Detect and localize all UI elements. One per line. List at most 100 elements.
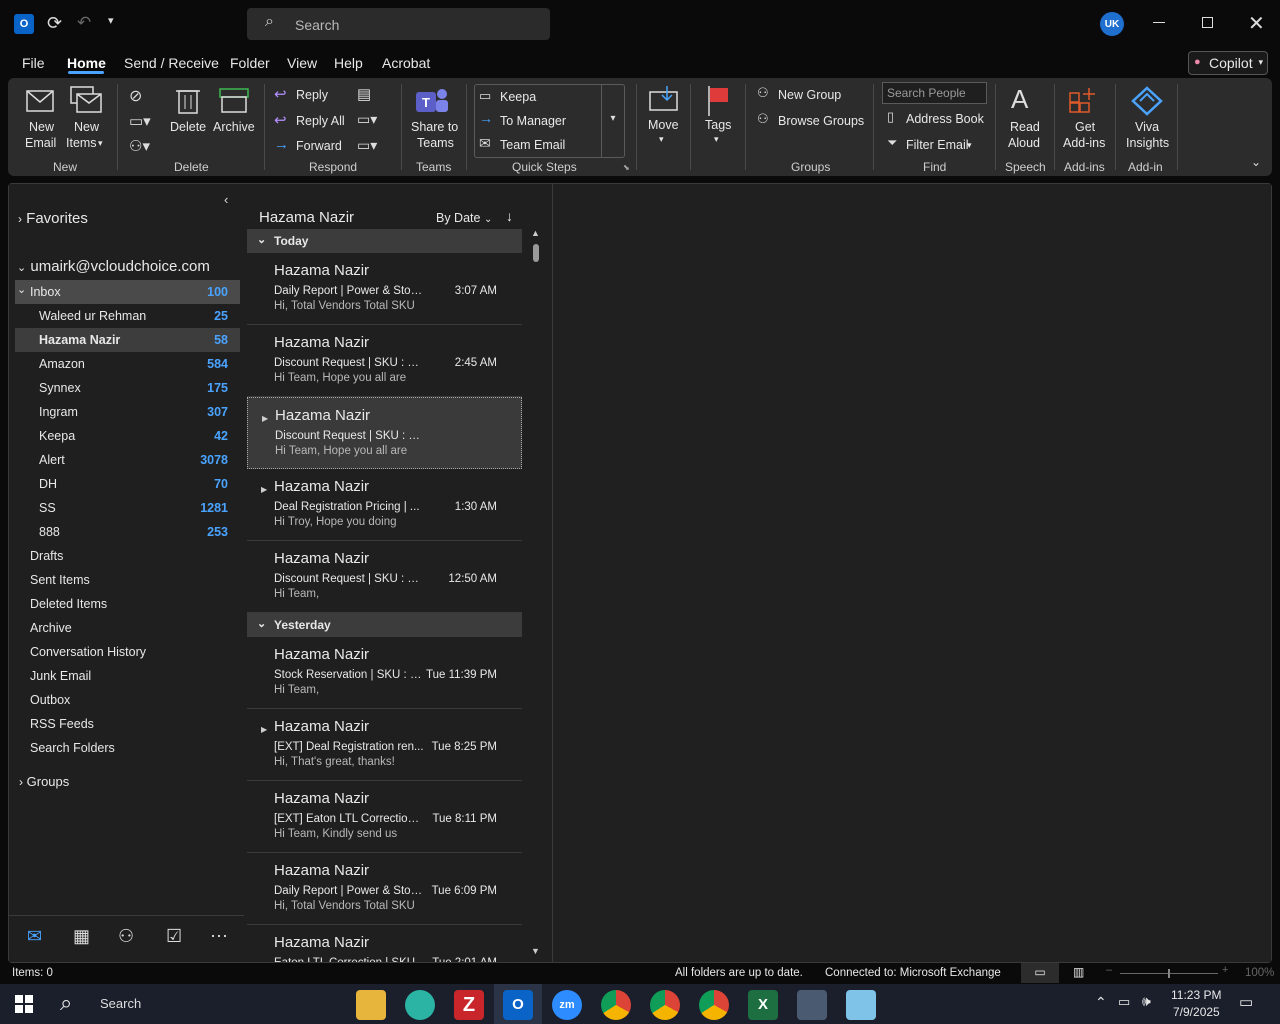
close-icon[interactable]: ✕ xyxy=(1248,11,1265,36)
message-item[interactable]: ▶ Hazama Nazir [EXT] Deal Registration ren… xyxy=(247,709,522,781)
folder-inbox[interactable]: ⌄ Inbox 100 xyxy=(15,280,240,304)
junk-icon[interactable]: ⚇▾ xyxy=(129,137,150,155)
folder-hazama-nazir[interactable]: Hazama Nazir 58 xyxy=(15,328,240,352)
zoom-out-icon[interactable]: – xyxy=(1106,964,1112,976)
favorites-header[interactable]: › Favorites xyxy=(18,210,88,227)
new-email-button[interactable]: New Email xyxy=(22,86,62,156)
sort-by-button[interactable]: By Date ⌄ xyxy=(436,211,492,225)
clock-time[interactable]: 11:23 PM xyxy=(1171,988,1221,1002)
ignore-icon[interactable]: ⊘ xyxy=(129,86,142,106)
tags-button[interactable]: Tags ▾ xyxy=(697,86,737,156)
quick-step-team-email[interactable]: ✉ Team Email xyxy=(479,135,597,156)
forward-button[interactable]: → Forward xyxy=(274,136,354,157)
reply-button[interactable]: ↩ Reply xyxy=(274,86,354,106)
move-button[interactable]: Move ▾ xyxy=(642,86,686,156)
menu-help[interactable]: Help xyxy=(334,55,363,71)
scroll-down-icon[interactable]: ▼ xyxy=(531,946,540,956)
collapse-pane-icon[interactable]: ‹ xyxy=(224,192,228,207)
folder-rss-feeds[interactable]: RSS Feeds xyxy=(15,712,240,736)
filezilla-icon[interactable]: Z xyxy=(454,990,484,1020)
expand-thread-icon[interactable]: ▶ xyxy=(262,414,268,423)
outlook-taskbar-icon[interactable]: O xyxy=(503,990,533,1020)
menu-folder[interactable]: Folder xyxy=(230,55,270,71)
menu-file[interactable]: File xyxy=(22,55,45,71)
normal-view-icon[interactable]: ▭ xyxy=(1021,963,1059,983)
notepad-icon[interactable] xyxy=(846,990,876,1020)
tasks-icon[interactable]: ☑ xyxy=(166,926,182,947)
clock-date[interactable]: 7/9/2025 xyxy=(1173,1005,1220,1019)
message-item[interactable]: Hazama Nazir Discount Request | SKU : S..… xyxy=(247,325,522,397)
meeting-reply-icon[interactable]: ▤ xyxy=(357,85,371,103)
im-reply-icon[interactable]: ▭▾ xyxy=(357,111,377,128)
folder-amazon[interactable]: Amazon 584 xyxy=(15,352,240,376)
zoom-thumb[interactable] xyxy=(1168,969,1170,978)
taskbar-search-icon[interactable]: ⌕ xyxy=(60,990,72,1016)
scrollbar-thumb[interactable] xyxy=(533,244,539,262)
taskbar-search-label[interactable]: Search xyxy=(100,996,141,1011)
zoom-slider[interactable]: – + xyxy=(1106,963,1232,983)
collapse-ribbon-icon[interactable]: ⌄ xyxy=(1251,155,1261,169)
folder-waleed-ur-rehman[interactable]: Waleed ur Rehman 25 xyxy=(15,304,240,328)
chrome-icon[interactable] xyxy=(650,990,680,1020)
reading-view-icon[interactable]: ▥ xyxy=(1073,965,1084,979)
delete-button[interactable]: Delete xyxy=(168,86,208,156)
folder-search-folders[interactable]: Search Folders xyxy=(15,736,240,760)
restore-icon[interactable] xyxy=(1202,17,1213,28)
chrome-icon[interactable] xyxy=(601,990,631,1020)
read-aloud-button[interactable]: A Read Aloud xyxy=(1003,84,1045,156)
vscode-like-app-icon[interactable] xyxy=(405,990,435,1020)
more-apps-icon[interactable]: ⋯ xyxy=(210,926,228,947)
chevron-up-icon[interactable]: ⌃ xyxy=(1095,994,1107,1011)
mail-icon[interactable]: ✉ xyxy=(27,926,42,947)
get-add-ins-button[interactable]: Get Add-ins xyxy=(1061,86,1107,156)
share-to-teams-button[interactable]: T Share to Teams xyxy=(406,86,462,156)
group-header-today[interactable]: ⌄ Today xyxy=(247,229,522,253)
menu-send-receive[interactable]: Send / Receive xyxy=(124,55,219,71)
quick-steps-more-button[interactable]: ▾ xyxy=(601,85,624,157)
volume-icon[interactable]: 🕪 xyxy=(1142,993,1151,1010)
message-item[interactable]: Hazama Nazir Daily Report | Power & Stora… xyxy=(247,853,522,925)
new-items-button[interactable]: New Items ▾ xyxy=(66,86,110,156)
folder-archive[interactable]: Archive xyxy=(15,616,240,640)
quick-step-keepa[interactable]: ▭ Keepa xyxy=(479,88,597,108)
folder-conversation-history[interactable]: Conversation History xyxy=(15,640,240,664)
sync-icon[interactable]: ⟳ xyxy=(47,13,62,34)
menu-home[interactable]: Home xyxy=(67,55,106,71)
search-people-input[interactable]: Search People xyxy=(882,82,987,104)
folder-keepa[interactable]: Keepa 42 xyxy=(15,424,240,448)
avatar[interactable]: UK xyxy=(1100,12,1124,36)
folder-888[interactable]: 888 253 xyxy=(15,520,240,544)
copilot-button[interactable]: ● Copilot ▾ xyxy=(1188,51,1268,75)
viva-insights-button[interactable]: Viva Insights xyxy=(1122,86,1172,156)
message-item[interactable]: ▶ Hazama Nazir Deal Registration Pricing |… xyxy=(247,469,522,541)
network-icon[interactable]: ▭ xyxy=(1118,994,1130,1010)
message-item[interactable]: Hazama Nazir Stock Reservation | SKU : S.… xyxy=(247,637,522,709)
search-input[interactable]: ⌕ Search xyxy=(247,8,550,40)
folder-drafts[interactable]: Drafts xyxy=(15,544,240,568)
archive-button[interactable]: Archive xyxy=(212,86,258,156)
expand-thread-icon[interactable]: ▶ xyxy=(261,485,267,494)
folder-alert[interactable]: Alert 3078 xyxy=(15,448,240,472)
group-header-yesterday[interactable]: ⌄ Yesterday xyxy=(247,613,522,637)
windows-start-icon[interactable] xyxy=(15,995,33,1013)
folder-outbox[interactable]: Outbox xyxy=(15,688,240,712)
new-group-button[interactable]: ⚇ New Group xyxy=(757,85,867,106)
undo-icon[interactable]: ↶ xyxy=(77,13,91,33)
dialog-launcher-icon[interactable]: ⬊ xyxy=(623,163,630,172)
message-item[interactable]: Hazama Nazir Daily Report | Power & Stora… xyxy=(247,253,522,325)
zoom-icon[interactable]: zm xyxy=(552,990,582,1020)
people-icon[interactable]: ⚇ xyxy=(118,926,134,947)
folder-dh[interactable]: DH 70 xyxy=(15,472,240,496)
calculator-icon[interactable] xyxy=(797,990,827,1020)
sort-direction-icon[interactable]: ↓ xyxy=(506,208,513,224)
message-item[interactable]: Hazama Nazir Discount Request | SKU : S..… xyxy=(247,541,522,613)
cleanup-icon[interactable]: ▭▾ xyxy=(129,112,151,130)
message-item[interactable]: ▶ Hazama Nazir Discount Request | SKU : S.… xyxy=(247,397,522,469)
scrollbar[interactable]: ▲ ▼ xyxy=(530,228,542,960)
excel-icon[interactable]: X xyxy=(748,990,778,1020)
expand-thread-icon[interactable]: ▶ xyxy=(261,725,267,734)
file-explorer-icon[interactable] xyxy=(356,990,386,1020)
message-item[interactable]: Hazama Nazir Eaton LTL Correction | SKU Tu… xyxy=(247,925,522,962)
groups-header[interactable]: › Groups xyxy=(19,774,69,789)
menu-acrobat[interactable]: Acrobat xyxy=(382,55,430,71)
